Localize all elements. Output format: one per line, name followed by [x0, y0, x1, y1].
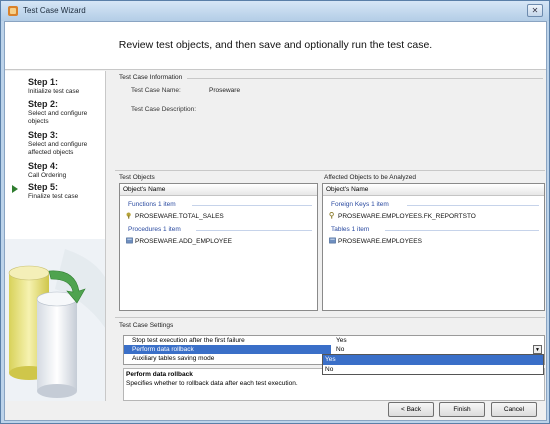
test-case-name-label: Test Case Name:: [131, 87, 181, 94]
setting-value-select[interactable]: No: [336, 345, 344, 354]
step-5-number: Step 5:: [28, 182, 59, 192]
list-item-label: PROSEWARE.EMPLOYEES.FK_REPORTSTO: [338, 213, 476, 220]
list-item-label: PROSEWARE.EMPLOYEES: [338, 238, 422, 245]
foreign-keys-group-header[interactable]: Foreign Keys 1 item: [331, 201, 389, 208]
table-icon: [329, 237, 336, 244]
step-2-number: Step 2:: [28, 99, 59, 109]
wizard-header: Review test objects, and then save and o…: [5, 22, 546, 70]
rollback-dropdown-list[interactable]: Yes No: [322, 354, 544, 375]
title-bar[interactable]: Test Case Wizard ✕: [1, 1, 549, 21]
step-3-desc: Select and configure affected objects: [28, 141, 88, 156]
step-1-number: Step 1:: [28, 77, 59, 87]
dropdown-option-no[interactable]: No: [323, 365, 543, 375]
close-button[interactable]: ✕: [527, 4, 543, 17]
setting-name: Auxiliary tables saving mode: [132, 355, 215, 362]
test-case-description-label: Test Case Description:: [131, 106, 197, 113]
functions-group-header[interactable]: Functions 1 item: [128, 201, 176, 208]
wizard-window: Test Case Wizard ✕ Review test objects, …: [0, 0, 550, 424]
wizard-content: Test Case Information Test Case Name: Pr…: [111, 73, 547, 403]
wizard-client-area: Review test objects, and then save and o…: [4, 21, 547, 421]
group-divider: [192, 205, 312, 206]
step-3-number: Step 3:: [28, 130, 59, 140]
database-illustration-icon: [5, 239, 105, 401]
setting-description-title: Perform data rollback: [126, 371, 193, 378]
step-1-desc: Initialize test case: [28, 88, 80, 95]
close-icon: ✕: [531, 6, 539, 15]
list-item[interactable]: PROSEWARE.EMPLOYEES.FK_REPORTSTO: [329, 212, 476, 220]
setting-name: Perform data rollback: [132, 346, 194, 353]
setting-description-text: Specifies whether to rollback data after…: [126, 380, 298, 387]
page-title: Review test objects, and then save and o…: [118, 39, 433, 51]
setting-row-stop-on-failure[interactable]: Stop test execution after the first fail…: [124, 336, 544, 345]
back-button[interactable]: < Back: [388, 402, 434, 417]
current-step-arrow-icon: [12, 185, 18, 193]
list-item[interactable]: PROSEWARE.EMPLOYEES: [329, 237, 422, 245]
list-item[interactable]: PROSEWARE.TOTAL_SALES: [126, 212, 224, 220]
step-4-number: Step 4:: [28, 161, 59, 171]
dropdown-button[interactable]: ▼: [533, 345, 542, 354]
group-divider: [196, 230, 312, 231]
test-case-description-field[interactable]: [209, 106, 539, 136]
list-item-label: PROSEWARE.TOTAL_SALES: [135, 213, 224, 220]
key-icon: [329, 212, 334, 219]
test-objects-column-header[interactable]: Object's Name: [120, 184, 317, 196]
app-icon: [8, 6, 18, 16]
setting-row-data-rollback[interactable]: Perform data rollback No ▼: [124, 345, 544, 354]
list-item-label: PROSEWARE.ADD_EMPLOYEE: [135, 238, 232, 245]
setting-value[interactable]: Yes: [336, 336, 347, 345]
test-objects-title: Test Objects: [119, 174, 155, 181]
affected-objects-column-header[interactable]: Object's Name: [323, 184, 544, 196]
section-divider: [115, 170, 545, 171]
affected-objects-list[interactable]: Object's Name Foreign Keys 1 item PROSEW…: [322, 183, 545, 311]
cancel-button[interactable]: Cancel: [491, 402, 537, 417]
window-title: Test Case Wizard: [23, 6, 86, 15]
test-objects-list[interactable]: Object's Name Functions 1 item PROSEWARE…: [119, 183, 318, 311]
function-icon: [126, 212, 131, 219]
finish-button[interactable]: Finish: [439, 402, 485, 417]
test-case-info-title: Test Case Information: [119, 74, 183, 81]
step-2-desc: Select and configure objects: [28, 110, 88, 125]
dropdown-option-yes[interactable]: Yes: [323, 355, 543, 365]
group-divider: [385, 230, 539, 231]
section-divider: [115, 317, 545, 318]
group-divider: [407, 205, 539, 206]
procedure-icon: [126, 237, 133, 244]
tables-group-header[interactable]: Tables 1 item: [331, 226, 369, 233]
info-divider: [187, 78, 543, 79]
affected-objects-title: Affected Objects to be Analyzed: [324, 174, 417, 181]
procedures-group-header[interactable]: Procedures 1 item: [128, 226, 181, 233]
test-case-name-value[interactable]: Proseware: [209, 87, 240, 94]
step-5-desc: Finalize test case: [28, 193, 79, 200]
test-case-settings-title: Test Case Settings: [119, 322, 174, 329]
list-item[interactable]: PROSEWARE.ADD_EMPLOYEE: [126, 237, 232, 245]
steps-panel: Step 1: Initialize test case Step 2: Sel…: [5, 71, 106, 401]
chevron-down-icon: ▼: [535, 347, 540, 353]
step-4-desc: Call Ordering: [28, 172, 67, 179]
setting-name: Stop test execution after the first fail…: [132, 337, 245, 344]
